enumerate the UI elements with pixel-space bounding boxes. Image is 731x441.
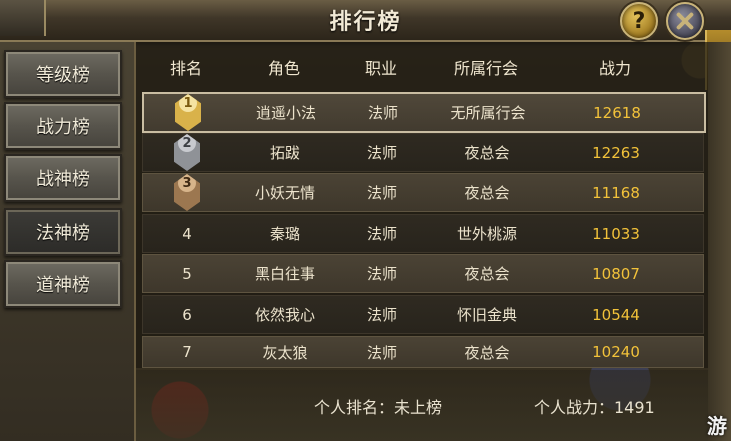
category-label: 等级榜 <box>36 65 90 86</box>
title-bar: 排行榜 ? <box>0 0 731 42</box>
silver-medal-icon: 2 <box>174 134 200 171</box>
rank-cell: 1 <box>148 94 228 131</box>
job-cell: 法师 <box>366 144 397 162</box>
power-cell: 11168 <box>592 183 640 202</box>
category-label: 战神榜 <box>36 169 90 190</box>
name-cell: 逍遥小法 <box>255 104 316 122</box>
name-cell: 拓跋 <box>269 144 300 162</box>
header-rank: 排名 <box>169 59 202 78</box>
table-row[interactable]: 3 小妖无情 法师 夜总会 11168 <box>142 173 704 212</box>
table-row[interactable]: 4 秦璐 法师 世外桃源 11033 <box>142 214 704 253</box>
bronze-medal-icon: 3 <box>174 174 200 211</box>
name-cell: 小妖无情 <box>254 184 315 202</box>
job-cell: 法师 <box>366 265 397 283</box>
personal-rank: 个人排名：未上榜 <box>314 398 443 417</box>
guild-cell: 夜总会 <box>464 144 510 162</box>
table-row[interactable]: 7 灰太狼 法师 夜总会 10240 <box>142 336 704 368</box>
close-button[interactable] <box>666 2 704 40</box>
job-cell: 法师 <box>366 343 397 362</box>
guild-cell: 夜总会 <box>464 265 510 283</box>
header-name: 角色 <box>267 59 300 78</box>
power-cell: 11033 <box>592 224 640 243</box>
job-cell: 法师 <box>366 184 397 202</box>
category-power-button[interactable]: 战力榜 <box>4 102 122 150</box>
guild-cell: 怀旧金典 <box>456 306 517 324</box>
guild-cell: 无所属行会 <box>450 104 526 122</box>
rank-cell: 2 <box>147 134 227 171</box>
personal-power: 个人战力：1491 <box>534 398 655 417</box>
category-level-button[interactable]: 等级榜 <box>4 50 122 98</box>
category-label: 法神榜 <box>36 223 90 244</box>
rank-cell: 7 <box>182 343 192 361</box>
rank-cell: 3 <box>147 174 227 211</box>
header-guild: 所属行会 <box>453 59 518 78</box>
job-cell: 法师 <box>366 225 397 243</box>
gold-medal-icon: 1 <box>175 94 201 131</box>
name-cell: 灰太狼 <box>262 343 308 362</box>
watermark: 游 <box>707 414 727 438</box>
table-row[interactable]: 2 拓跋 法师 夜总会 12263 <box>142 133 704 172</box>
job-cell: 法师 <box>366 306 397 324</box>
question-icon: ? <box>632 8 646 34</box>
table-row[interactable]: 1 逍遥小法 法师 无所属行会 12618 <box>142 92 706 133</box>
category-taoist-button[interactable]: 道神榜 <box>4 260 122 308</box>
power-cell: 12618 <box>593 103 641 122</box>
table-row[interactable]: 6 依然我心 法师 怀旧金典 10544 <box>142 295 704 334</box>
category-label: 战力榜 <box>36 117 90 138</box>
guild-cell: 夜总会 <box>464 343 510 362</box>
table-row[interactable]: 5 黑白往事 法师 夜总会 10807 <box>142 254 704 293</box>
name-cell: 黑白往事 <box>254 265 315 283</box>
power-cell: 10544 <box>592 305 640 324</box>
category-label: 道神榜 <box>36 275 90 296</box>
name-cell: 依然我心 <box>254 306 315 324</box>
panel-right-edge <box>708 42 731 441</box>
header-job: 职业 <box>364 59 397 78</box>
power-cell: 10240 <box>592 343 640 361</box>
power-cell: 10807 <box>592 264 640 283</box>
category-warrior-button[interactable]: 战神榜 <box>4 154 122 202</box>
close-icon <box>675 11 695 31</box>
guild-cell: 夜总会 <box>464 184 510 202</box>
name-cell: 秦璐 <box>269 225 300 243</box>
category-mage-button[interactable]: 法神榜 <box>4 208 122 256</box>
job-cell: 法师 <box>367 104 398 122</box>
table-header: 排名 角色 职业 所属行会 战力 <box>136 52 708 82</box>
header-power: 战力 <box>598 59 631 78</box>
personal-stats-footer: 个人排名：未上榜 个人战力：1491 <box>136 370 708 441</box>
rank-cell: 4 <box>182 224 192 243</box>
guild-cell: 世外桃源 <box>456 225 517 243</box>
rank-cell: 6 <box>182 305 192 324</box>
ranking-table: 排名 角色 职业 所属行会 战力 1 逍遥小法 法师 无所属行会 12618 2… <box>136 42 708 368</box>
power-cell: 12263 <box>592 143 640 162</box>
category-sidebar: 等级榜 战力榜 战神榜 法神榜 道神榜 <box>0 42 136 441</box>
help-button[interactable]: ? <box>620 2 658 40</box>
rank-cell: 5 <box>182 264 192 283</box>
